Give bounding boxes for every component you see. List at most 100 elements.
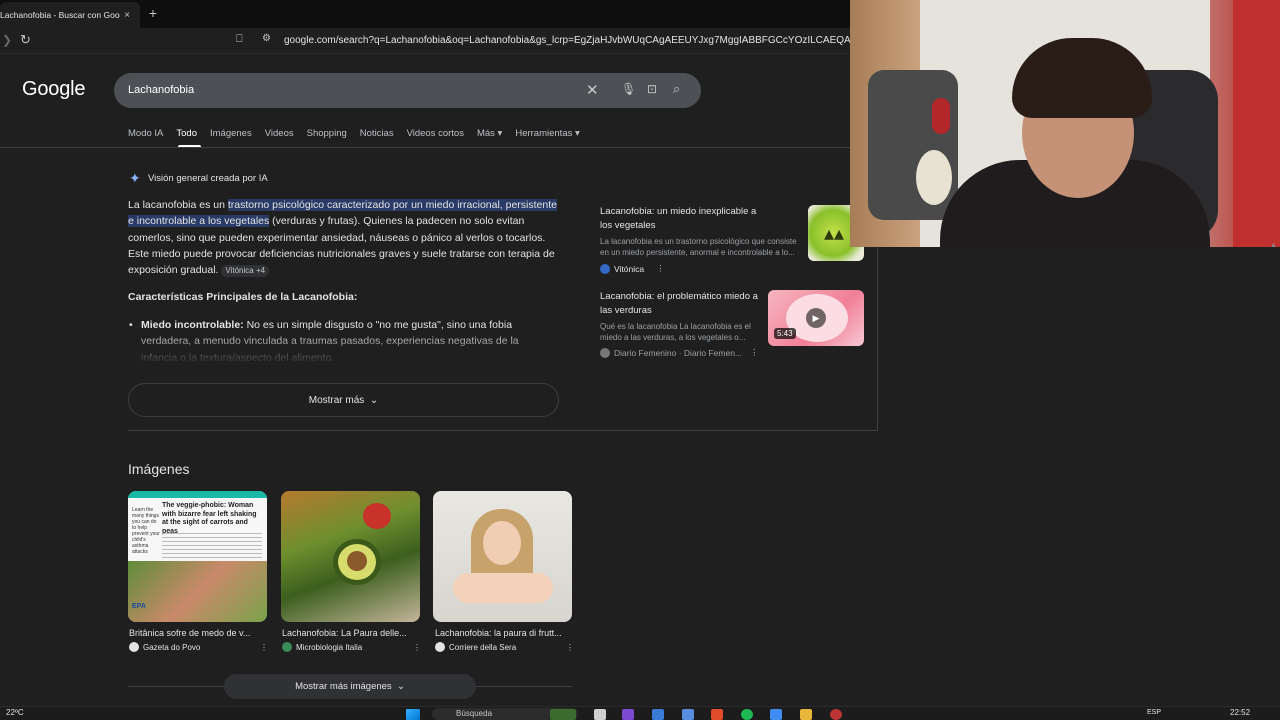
reload-icon[interactable]: ↻ bbox=[20, 32, 31, 48]
spotify-icon[interactable] bbox=[741, 709, 753, 720]
ai-intro-plain: La lacanofobia es un bbox=[128, 199, 228, 211]
source-card-snippet: La lacanofobia es un trastorno psicológi… bbox=[600, 237, 797, 257]
source-card-1[interactable]: Lacanofobia: un miedo inexplicable a los… bbox=[600, 205, 805, 274]
header-bar bbox=[128, 491, 267, 498]
weather-temperature[interactable]: 22ºC bbox=[6, 708, 24, 717]
tab-videos[interactable]: Videos bbox=[265, 128, 294, 139]
source-chip[interactable]: Vitónica +4 bbox=[221, 265, 270, 278]
image-source: Gazeta do Povo ⋮ bbox=[129, 642, 268, 652]
tab-videos-cortos[interactable]: Videos cortos bbox=[407, 128, 464, 139]
source-card-snippet: Qué es la lacanofobia La lacanofobia es … bbox=[600, 322, 751, 342]
show-more-button[interactable]: Mostrar más ⌄ bbox=[128, 383, 559, 417]
language-indicator[interactable]: ESP bbox=[1147, 709, 1161, 716]
tomato bbox=[363, 503, 391, 529]
search-box[interactable] bbox=[114, 73, 701, 108]
google-logo[interactable]: Google bbox=[22, 78, 85, 101]
image-result-1[interactable]: The veggie-phobic: Woman with bizarre fe… bbox=[128, 491, 267, 622]
new-tab-icon[interactable]: + bbox=[146, 5, 160, 21]
more-options-icon[interactable]: ⋮ bbox=[750, 347, 759, 358]
image-caption-block-3: Lachanofobia: la paura di frutt... Corri… bbox=[435, 628, 574, 652]
browser-tab[interactable]: Lachanofobia - Buscar con Goog × bbox=[0, 2, 140, 28]
show-more-images-button[interactable]: Mostrar más imágenes ⌄ bbox=[224, 674, 476, 699]
tab-mas[interactable]: Más ▾ bbox=[477, 128, 502, 139]
video-thumbnail[interactable]: ▶ 5:43 bbox=[768, 290, 864, 346]
video-duration: 5:43 bbox=[774, 328, 796, 339]
avocado-pit bbox=[347, 551, 367, 571]
address-bar[interactable]: google.com/search?q=Lachanofobia&oq=Lach… bbox=[284, 35, 850, 49]
chevron-down-icon: ⌄ bbox=[396, 681, 405, 692]
microphone-icon[interactable]: 🎙 bbox=[621, 82, 636, 96]
scroll-arrow-icon[interactable]: ▲ bbox=[1270, 242, 1277, 249]
image-caption[interactable]: Lachanofobia: la paura di frutt... bbox=[435, 628, 574, 638]
lens-icon[interactable]: ⊡ bbox=[647, 82, 657, 96]
red-figure bbox=[932, 98, 950, 134]
girl-face bbox=[483, 521, 521, 565]
face-icon: ▴▴ bbox=[823, 223, 845, 245]
image-source-name: Microbiologia Italia bbox=[296, 642, 363, 652]
taskbar-app-icon[interactable] bbox=[652, 709, 664, 720]
back-icon[interactable]: ❯ bbox=[2, 33, 12, 47]
sparkle-icon: ✦ bbox=[129, 170, 141, 186]
more-options-icon[interactable]: ⋮ bbox=[656, 263, 665, 274]
brave-icon[interactable] bbox=[711, 709, 723, 720]
source-card-title[interactable]: Lacanofobia: un miedo inexplicable a los… bbox=[600, 205, 770, 233]
clear-search-icon[interactable]: ✕ bbox=[586, 81, 599, 99]
ai-overview-text: La lacanofobia es un trastorno psicológi… bbox=[128, 197, 558, 278]
source-name: Diario Femenino · Diario Femen... bbox=[614, 347, 743, 358]
taskbar-app-icon[interactable] bbox=[550, 709, 576, 720]
source-card-2[interactable]: Lacanofobia: el problemático miedo a las… bbox=[600, 290, 760, 358]
taskbar-app-icon[interactable] bbox=[682, 709, 694, 720]
tab-imagenes[interactable]: Imágenes bbox=[210, 128, 252, 139]
article-headline: The veggie-phobic: Woman with bizarre fe… bbox=[162, 502, 257, 535]
image-source-name: Corriere della Sera bbox=[449, 642, 517, 652]
file-explorer-icon[interactable] bbox=[594, 709, 606, 720]
taskbar-clock[interactable]: 22:52 bbox=[1230, 708, 1250, 717]
image-caption[interactable]: Britânica sofre de medo de v... bbox=[129, 628, 268, 638]
image-caption-block-2: Lachanofobia: La Paura delle... Microbio… bbox=[282, 628, 421, 652]
taskbar-app-icon[interactable] bbox=[770, 709, 782, 720]
epa-badge: EPA bbox=[132, 603, 146, 610]
tab-noticias[interactable]: Noticias bbox=[360, 128, 394, 139]
image-result-3[interactable] bbox=[433, 491, 572, 622]
gazeta-icon bbox=[129, 642, 139, 652]
more-options-icon[interactable]: ⋮ bbox=[566, 643, 574, 652]
ai-section-heading: Características Principales de la Lacano… bbox=[128, 291, 358, 303]
show-more-label: Mostrar más bbox=[308, 394, 365, 406]
chevron-down-icon: ⌄ bbox=[369, 394, 379, 406]
microbiologia-icon bbox=[282, 642, 292, 652]
taskbar-app-icon[interactable] bbox=[830, 709, 842, 720]
tab-title: Lachanofobia - Buscar con Goog bbox=[0, 10, 120, 20]
taskbar-app-icon[interactable] bbox=[622, 709, 634, 720]
photo bbox=[128, 561, 267, 622]
site-info-icon[interactable]: ⚙ bbox=[262, 33, 271, 44]
header-divider bbox=[0, 147, 850, 148]
tab-todo[interactable]: Todo bbox=[176, 128, 197, 139]
tab-close-icon[interactable]: × bbox=[120, 10, 134, 21]
tab-modo-ia[interactable]: Modo IA bbox=[128, 128, 163, 139]
folder-icon[interactable] bbox=[800, 709, 812, 720]
image-source: Corriere della Sera ⋮ bbox=[435, 642, 574, 652]
source-name: Vitónica bbox=[614, 263, 645, 274]
image-caption-block-1: Britânica sofre de medo de v... Gazeta d… bbox=[129, 628, 268, 652]
corriere-icon bbox=[435, 642, 445, 652]
red-wall bbox=[1233, 0, 1280, 247]
side-text: Learn the many things you can do to help… bbox=[132, 507, 160, 555]
image-source-name: Gazeta do Povo bbox=[143, 642, 201, 652]
source-card-source: Vitónica ⋮ bbox=[600, 263, 805, 274]
vitonica-icon bbox=[600, 263, 610, 274]
image-result-2[interactable] bbox=[281, 491, 420, 622]
image-caption[interactable]: Lachanofobia: La Paura delle... bbox=[282, 628, 421, 638]
windows-start-icon[interactable] bbox=[406, 709, 420, 720]
source-card-title[interactable]: Lacanofobia: el problemático miedo a las… bbox=[600, 290, 760, 318]
taskbar bbox=[0, 706, 1280, 720]
tab-herramientas[interactable]: Herramientas ▾ bbox=[515, 128, 579, 139]
bookmark-icon[interactable]: ⎕ bbox=[236, 33, 243, 46]
search-input[interactable]: Lachanofobia bbox=[128, 84, 194, 96]
images-heading: Imágenes bbox=[128, 461, 190, 477]
more-options-icon[interactable]: ⋮ bbox=[413, 643, 421, 652]
webcam-overlay bbox=[850, 0, 1280, 247]
search-icon[interactable]: ⌕ bbox=[673, 81, 680, 97]
play-icon[interactable]: ▶ bbox=[806, 308, 826, 328]
more-options-icon[interactable]: ⋮ bbox=[260, 643, 268, 652]
tab-shopping[interactable]: Shopping bbox=[307, 128, 347, 139]
